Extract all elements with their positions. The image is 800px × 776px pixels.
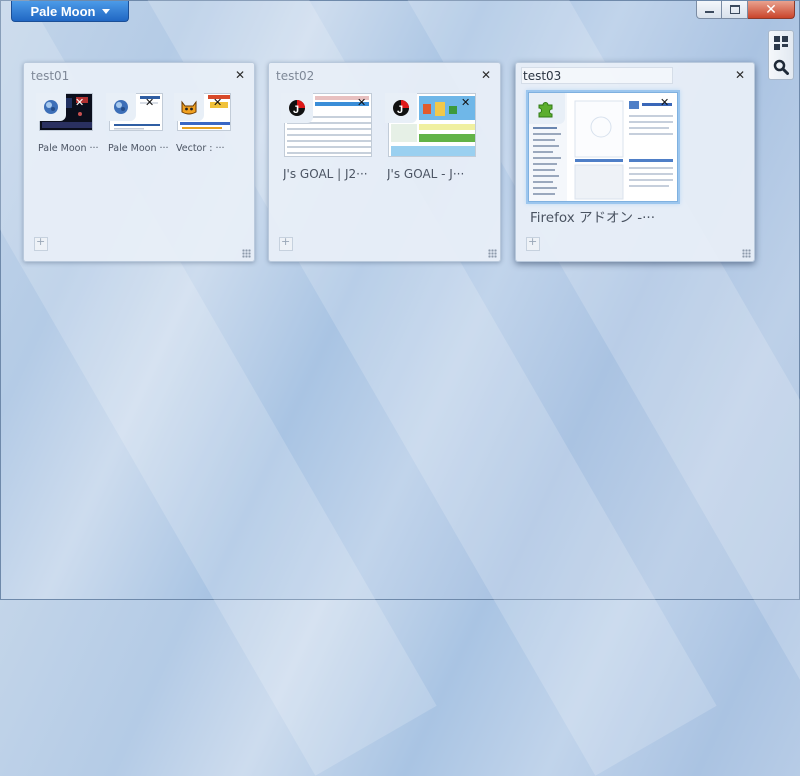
tab-close-icon[interactable]: ✕ [357, 97, 366, 108]
group-close-icon[interactable]: ✕ [735, 69, 745, 81]
tab-item[interactable]: ✕ Pale Moon ··· [36, 93, 98, 157]
new-tab-button[interactable] [526, 235, 540, 251]
search-button[interactable] [769, 55, 793, 79]
addons-puzzle-favicon [538, 102, 553, 118]
resize-handle[interactable] [488, 249, 497, 258]
group-close-icon[interactable]: ✕ [481, 69, 491, 81]
palemoon-favicon [44, 100, 58, 114]
tab-item[interactable]: ✕ Firefox アドオン -··· [528, 92, 748, 226]
close-button[interactable]: ✕ [748, 1, 795, 19]
tab-groups-button[interactable] [769, 31, 793, 55]
window-controls: ✕ [696, 1, 795, 19]
vector-cat-favicon [181, 100, 197, 115]
tab-item[interactable]: ✕ Vector : ··· [174, 93, 236, 157]
tab-label: J's GOAL - J··· [387, 167, 465, 181]
tab-close-icon[interactable]: ✕ [145, 97, 154, 108]
tab-label: Firefox アドオン -··· [530, 210, 656, 226]
tab-group-test01[interactable]: test01 ✕ ✕ Pale Moon ··· ✕ Pale Moon ··· [23, 62, 255, 262]
maximize-button[interactable] [722, 1, 748, 19]
tab-label: Vector : ··· [176, 143, 225, 154]
group-title-input[interactable]: test03 [521, 67, 673, 84]
tab-label: Pale Moon ··· [38, 143, 98, 154]
new-tab-button[interactable] [279, 235, 293, 251]
new-tab-button[interactable] [34, 235, 48, 251]
search-icon [773, 59, 789, 75]
tab-label: Pale Moon ··· [108, 143, 168, 154]
jleague-favicon: J [289, 100, 305, 116]
close-icon: ✕ [765, 1, 777, 18]
group-title-input[interactable]: test02 [274, 67, 414, 84]
tab-close-icon[interactable]: ✕ [75, 97, 84, 108]
app-menu-label: Pale Moon [30, 3, 96, 19]
svg-text:J: J [293, 104, 299, 116]
tab-group-test02[interactable]: test02 ✕ J ✕ J's GOAL | J2··· J ✕ J's GO… [268, 62, 501, 262]
tab-close-icon[interactable]: ✕ [461, 97, 470, 108]
resize-handle[interactable] [242, 249, 251, 258]
svg-text:J: J [397, 104, 403, 116]
tab-group-test03[interactable]: test03 ✕ ✕ Firefox アドオン -··· + [515, 62, 755, 262]
app-menu-button[interactable]: Pale Moon [11, 1, 129, 22]
minimize-button[interactable] [696, 1, 722, 19]
tab-groups-icon [774, 36, 788, 50]
jleague-favicon: J [393, 100, 409, 116]
tab-item[interactable]: J ✕ J's GOAL - J··· [385, 93, 480, 183]
panorama-toolbar [768, 30, 794, 80]
resize-handle[interactable] [742, 249, 751, 258]
maximize-icon [729, 5, 740, 14]
chevron-down-icon [101, 8, 110, 14]
tab-close-icon[interactable]: ✕ [660, 97, 669, 108]
tab-item[interactable]: ✕ Pale Moon ··· [106, 93, 168, 157]
tab-item[interactable]: J ✕ J's GOAL | J2··· [281, 93, 376, 183]
tab-label: J's GOAL | J2··· [283, 167, 368, 181]
group-close-icon[interactable]: ✕ [235, 69, 245, 81]
group-title-input[interactable]: test01 [29, 67, 169, 84]
palemoon-favicon [114, 100, 128, 114]
minimize-icon [704, 11, 714, 13]
tab-close-icon[interactable]: ✕ [213, 97, 222, 108]
